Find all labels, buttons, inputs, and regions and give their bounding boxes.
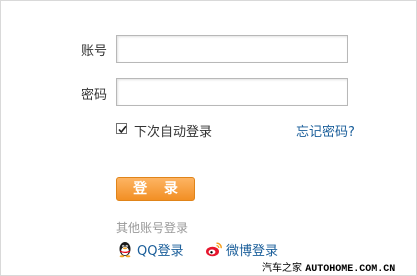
weibo-login-link[interactable]: 微博登录 bbox=[205, 240, 279, 259]
account-input[interactable] bbox=[116, 35, 348, 63]
qq-penguin-icon bbox=[119, 242, 131, 258]
watermark-en: AUTOHOME.COM.CN bbox=[305, 264, 396, 275]
other-accounts-label: 其他账号登录 bbox=[116, 221, 189, 235]
remember-checkbox[interactable] bbox=[116, 123, 127, 134]
checkmark-icon bbox=[118, 125, 127, 134]
login-button[interactable]: 登 录 bbox=[116, 177, 195, 201]
weibo-login-label: 微博登录 bbox=[226, 243, 279, 259]
account-label: 账号 bbox=[81, 44, 108, 59]
qq-login-label: QQ登录 bbox=[137, 243, 184, 259]
remember-label[interactable]: 下次自动登录 bbox=[134, 121, 212, 140]
forgot-password-link[interactable]: 忘记密码? bbox=[296, 121, 355, 140]
watermark-cn: 汽车之家 bbox=[262, 263, 306, 274]
weibo-icon bbox=[206, 242, 222, 257]
password-input[interactable] bbox=[116, 78, 348, 106]
site-watermark: 汽车之家 AUTOHOME.COM.CN bbox=[262, 259, 395, 275]
qq-login-link[interactable]: QQ登录 bbox=[116, 240, 184, 259]
password-label: 密码 bbox=[81, 88, 108, 103]
